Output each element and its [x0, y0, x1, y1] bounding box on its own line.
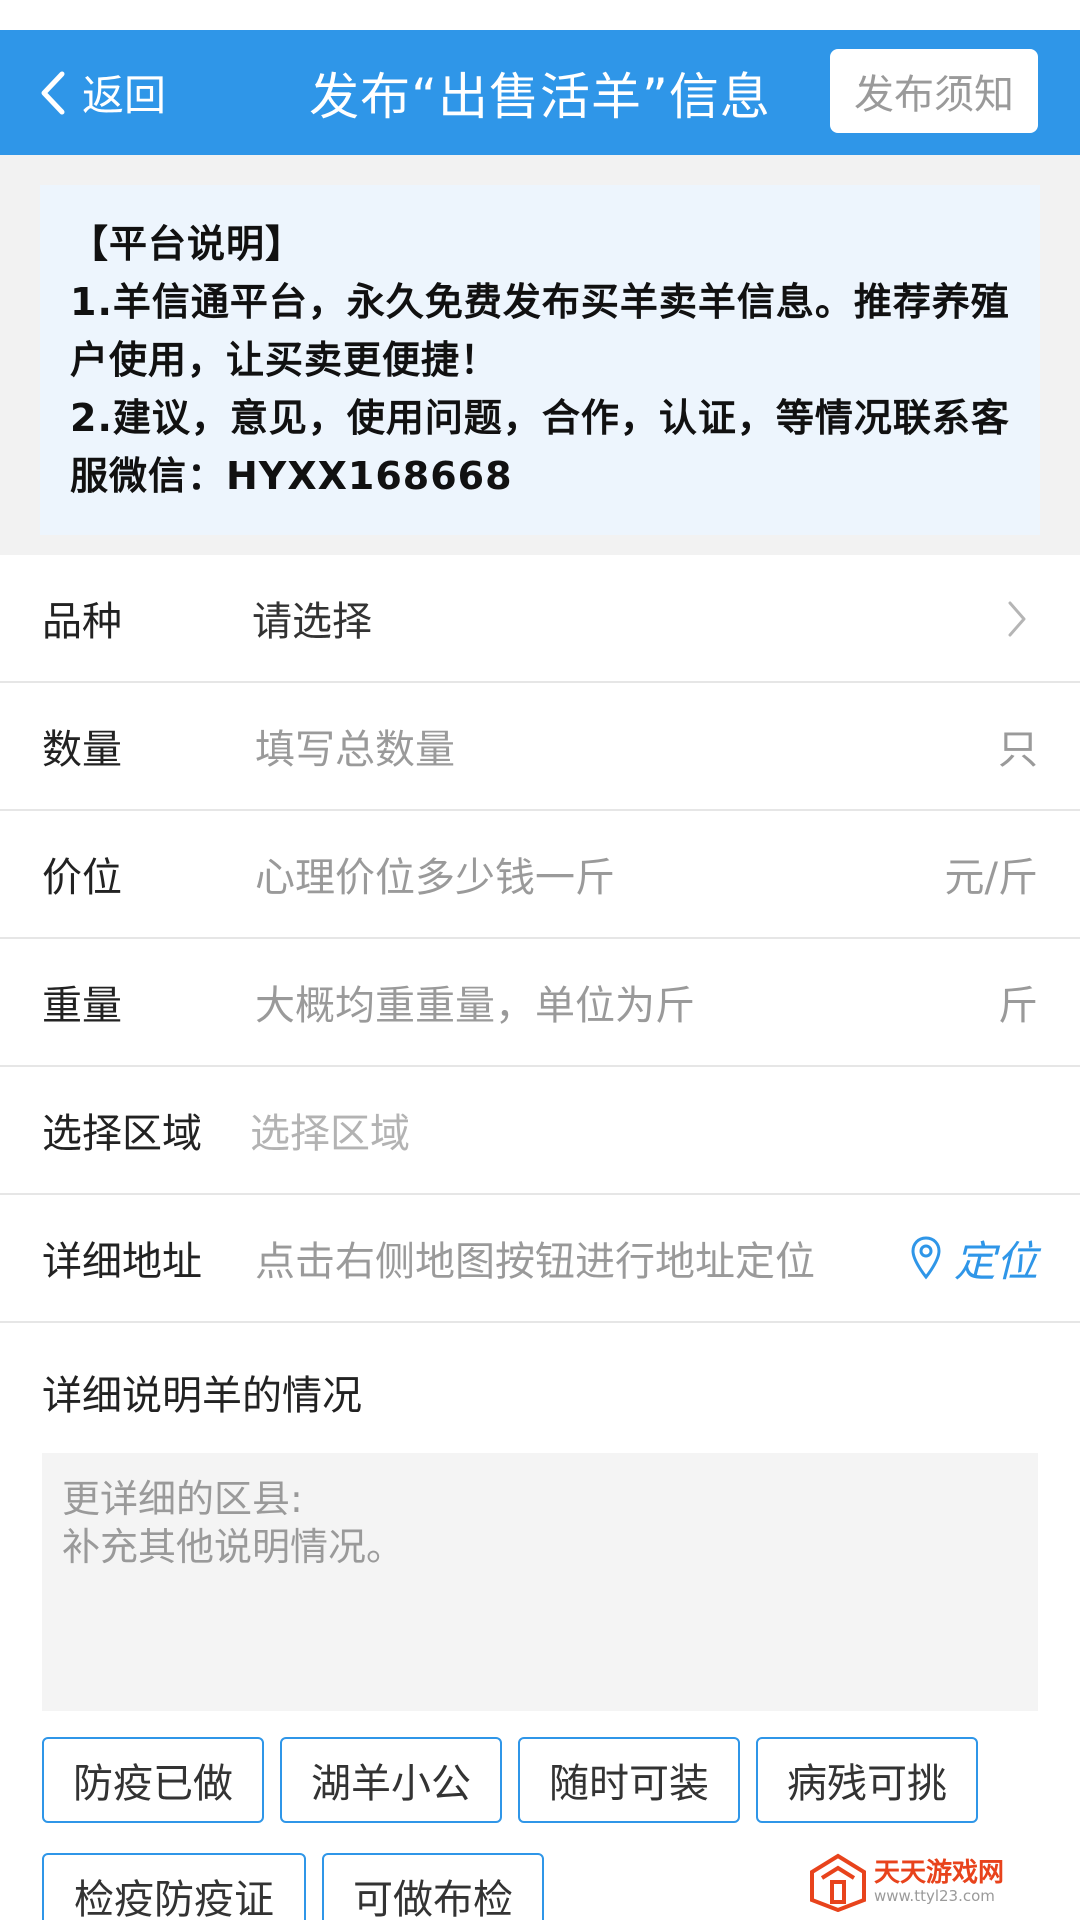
breed-row[interactable]: 品种 请选择 — [0, 555, 1080, 683]
weight-unit: 斤 — [998, 983, 1038, 1029]
tag-option[interactable]: 湖羊小公 — [280, 1737, 502, 1823]
watermark-url: www.ttyl23.com — [874, 1887, 995, 1905]
tag-option[interactable]: 随时可装 — [518, 1737, 740, 1823]
chevron-left-icon — [41, 71, 65, 114]
region-select[interactable]: 选择区域 — [250, 1101, 410, 1159]
platform-notice: 【平台说明】 1.羊信通平台，永久免费发布买羊卖羊信息。推荐养殖户使用，让买卖更… — [40, 185, 1040, 535]
platform-notice-line2: 2.建议，意见，使用问题，合作，认证，等情况联系客服微信：HYXX168668 — [70, 396, 1010, 498]
header-bar: 发布“出售活羊”信息 返回 发布须知 — [0, 30, 1080, 155]
watermark-logo: 天天游戏网 www.ttyl23.com — [808, 1852, 1004, 1912]
tag-option[interactable]: 检疫防疫证 — [42, 1853, 306, 1920]
address-row: 详细地址 点击右侧地图按钮进行地址定位 定位 — [0, 1195, 1080, 1323]
sheep-form: 品种 请选择 数量 填写总数量 只 价位 心理价位多少钱一斤 元/斤 重量 大概… — [0, 555, 1080, 1323]
address-input[interactable]: 点击右侧地图按钮进行地址定位 — [255, 1229, 815, 1287]
status-bar — [0, 0, 1080, 30]
locate-label: 定位 — [953, 1236, 1038, 1286]
region-row[interactable]: 选择区域 选择区域 — [0, 1067, 1080, 1195]
breed-select[interactable]: 请选择 — [252, 589, 372, 647]
price-unit: 元/斤 — [944, 855, 1038, 901]
description-section: 详细说明羊的情况 更详细的区县: 补充其他说明情况。 防疫已做 湖羊小公 随时可… — [0, 1323, 1080, 1920]
watermark-name: 天天游戏网 — [874, 1858, 1005, 1888]
quantity-input[interactable]: 填写总数量 — [255, 717, 455, 775]
quantity-label: 数量 — [42, 727, 122, 773]
price-label: 价位 — [42, 855, 122, 901]
price-row: 价位 心理价位多少钱一斤 元/斤 — [0, 811, 1080, 939]
publish-sheep-page: 发布“出售活羊”信息 返回 发布须知 【平台说明】 1.羊信通平台，永久免费发布… — [0, 0, 1080, 1920]
platform-notice-line1: 1.羊信通平台，永久免费发布买羊卖羊信息。推荐养殖户使用，让买卖更便捷！ — [70, 280, 1010, 382]
weight-label: 重量 — [42, 983, 122, 1029]
platform-notice-heading: 【平台说明】 — [70, 222, 305, 266]
description-textarea[interactable]: 更详细的区县: 补充其他说明情况。 — [42, 1453, 1038, 1711]
description-title: 详细说明羊的情况 — [42, 1373, 362, 1419]
chevron-right-icon — [1008, 601, 1026, 637]
tag-option[interactable]: 病残可挑 — [756, 1737, 978, 1823]
weight-row: 重量 大概均重重量，单位为斤 斤 — [0, 939, 1080, 1067]
map-pin-icon — [911, 1236, 941, 1280]
tag-option[interactable]: 防疫已做 — [42, 1737, 264, 1823]
weight-input[interactable]: 大概均重重量，单位为斤 — [255, 973, 695, 1031]
quantity-unit: 只 — [998, 727, 1038, 773]
locate-button[interactable]: 定位 — [910, 1228, 1038, 1289]
publish-notice-button[interactable]: 发布须知 — [830, 49, 1038, 133]
region-label: 选择区域 — [42, 1111, 202, 1157]
back-button[interactable]: 返回 — [38, 30, 166, 155]
tag-option[interactable]: 可做布检 — [322, 1853, 544, 1920]
quantity-row: 数量 填写总数量 只 — [0, 683, 1080, 811]
breed-label: 品种 — [42, 599, 122, 645]
address-label: 详细地址 — [42, 1239, 202, 1285]
price-input[interactable]: 心理价位多少钱一斤 — [255, 845, 615, 903]
back-label: 返回 — [82, 71, 167, 120]
house-logo-icon — [810, 1853, 866, 1912]
